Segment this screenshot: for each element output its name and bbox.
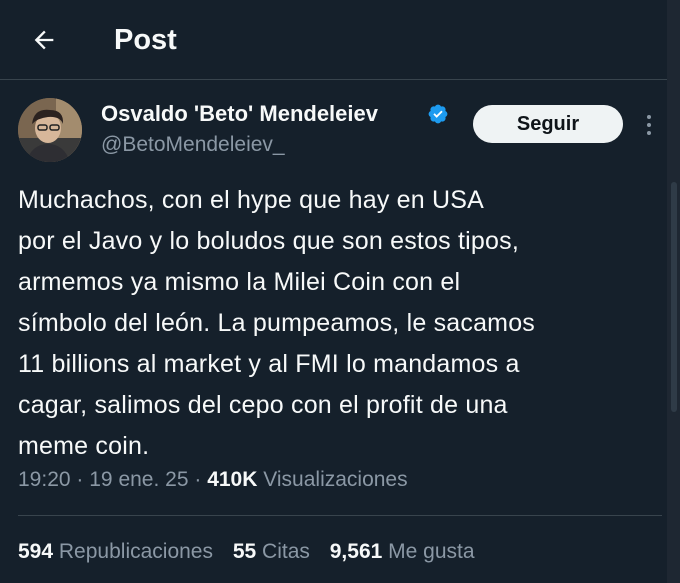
author-handle[interactable]: @BetoMendeleiev_ <box>101 130 285 160</box>
tweet-text: Muchachos, con el hype que hay en USA po… <box>18 186 536 460</box>
avatar[interactable] <box>18 98 82 162</box>
more-options-icon[interactable] <box>640 110 658 140</box>
quotes-count: 55 <box>232 540 257 563</box>
tweet-stats: 594 Republicaciones 55 Citas 9,561 Me gu… <box>18 537 489 567</box>
reposts-stat[interactable]: 594 Republicaciones <box>18 540 213 563</box>
tweet-date[interactable]: 19 ene. 25 <box>89 468 188 491</box>
page-title: Post <box>114 24 177 56</box>
likes-label: Me gusta <box>388 540 475 563</box>
views-label: Visualizaciones <box>263 468 408 491</box>
scrollbar-thumb[interactable] <box>671 182 677 412</box>
quotes-label: Citas <box>262 540 310 563</box>
author-name[interactable]: Osvaldo 'Beto' Mendeleiev <box>101 98 378 130</box>
tweet-meta: 19:20 · 19 ene. 25 · 410K Visualizacione… <box>18 465 408 495</box>
top-bar: Post <box>0 0 680 80</box>
back-button[interactable] <box>24 20 64 60</box>
likes-stat[interactable]: 9,561 Me gusta <box>330 540 475 563</box>
verified-badge-icon <box>428 104 448 124</box>
follow-button[interactable]: Seguir <box>473 105 623 143</box>
reposts-count: 594 <box>18 540 54 563</box>
avatar-image <box>18 98 82 162</box>
meta-separator: · <box>194 468 202 491</box>
reposts-label: Republicaciones <box>58 540 213 563</box>
tweet-time[interactable]: 19:20 <box>18 468 71 491</box>
arrow-left-icon <box>34 30 54 50</box>
views-count: 410K <box>207 468 258 491</box>
likes-count: 9,561 <box>329 540 383 563</box>
divider <box>18 515 662 516</box>
meta-separator: · <box>76 468 84 491</box>
quotes-stat[interactable]: 55 Citas <box>233 540 310 563</box>
